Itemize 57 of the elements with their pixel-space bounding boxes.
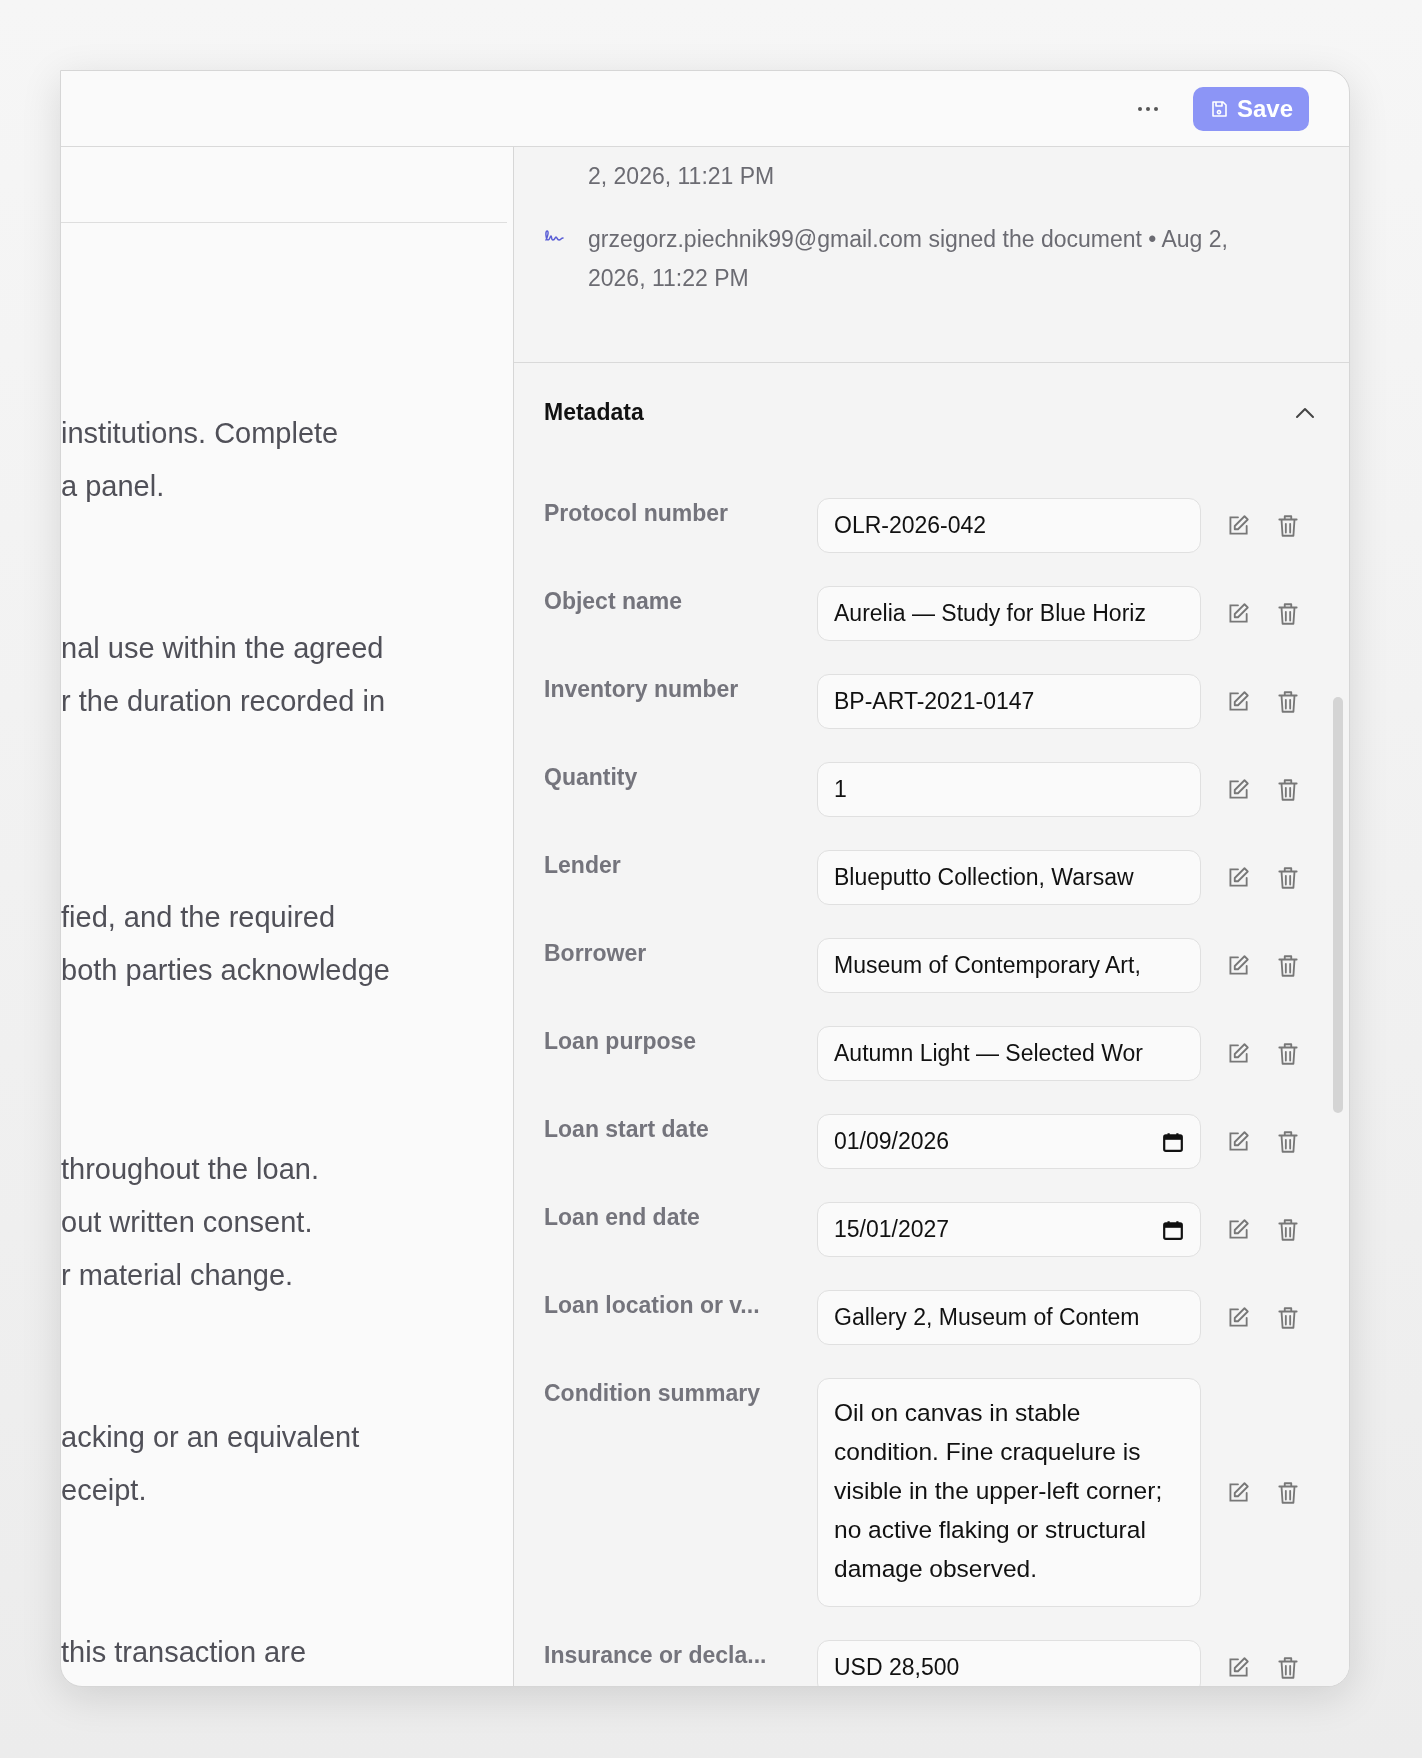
trash-icon[interactable] (1275, 864, 1301, 891)
trash-icon[interactable] (1275, 1479, 1301, 1506)
input-field[interactable]: Aurelia — Study for Blue Horiz (817, 586, 1201, 641)
field-label: Loan end date (544, 1203, 701, 1231)
field-label: Object name (544, 587, 684, 615)
activity-text: 2, 2026, 11:21 PM (588, 162, 776, 191)
calendar-icon[interactable] (1162, 1130, 1184, 1153)
trash-icon[interactable] (1275, 512, 1301, 539)
field-label: Insurance or decla... (544, 1641, 768, 1669)
signature-icon (544, 229, 566, 243)
input-field[interactable]: BP-ART-2021-0147 (817, 674, 1201, 729)
trash-icon[interactable] (1275, 600, 1301, 627)
input-field[interactable]: USD 28,500 (817, 1640, 1201, 1686)
input-field[interactable]: Gallery 2, Museum of Contem (817, 1290, 1201, 1345)
field-label: Quantity (544, 763, 639, 791)
document-text-line: institutions. Complete (61, 416, 340, 451)
field-label: Loan start date (544, 1115, 710, 1143)
chevron-icon[interactable] (1295, 406, 1315, 419)
trash-icon[interactable] (1275, 1040, 1301, 1067)
trash-icon[interactable] (1275, 952, 1301, 979)
text-area[interactable]: Oil on canvas in stable condition. Fine craquelure is visible in the upper-left corner; no active flaking or structural damage observed. (817, 1378, 1201, 1607)
document-text-line: nal use within the agreed (61, 631, 385, 666)
document-text-line: acking or an equivalent (61, 1420, 361, 1455)
field-label: Borrower (544, 939, 648, 967)
scrollbar[interactable] (1333, 697, 1343, 1113)
document-text-line: r material change. (61, 1258, 295, 1293)
trash-icon[interactable] (1275, 1654, 1301, 1681)
input-field[interactable]: Autumn Light — Selected Wor (817, 1026, 1201, 1081)
date-field[interactable]: 01/09/2026 (817, 1114, 1201, 1169)
trash-icon[interactable] (1275, 776, 1301, 803)
document-text-line: a panel. (61, 469, 166, 504)
field-label: Loan location or v... (544, 1291, 761, 1319)
trash-icon[interactable] (1275, 1128, 1301, 1155)
field-label: Protocol number (544, 499, 729, 527)
input-field[interactable]: Museum of Contemporary Art, (817, 938, 1201, 993)
document-text-line: throughout the loan. (61, 1152, 320, 1187)
input-field[interactable]: Blueputto Collection, Warsaw (817, 850, 1201, 905)
document-text-line: out written consent. (61, 1205, 314, 1240)
document-text-line: fied, and the required (61, 900, 337, 935)
field-label: Condition summary (544, 1379, 761, 1407)
document-text-line: r the duration recorded in (61, 684, 387, 719)
trash-icon[interactable] (1275, 1304, 1301, 1331)
date-field[interactable]: 15/01/2027 (817, 1202, 1201, 1257)
more-icon[interactable] (1136, 105, 1159, 112)
section-title: Metadata (544, 399, 644, 426)
document-text-line: eceipt. (61, 1473, 148, 1508)
activity-text: grzegorz.piechnik99@gmail.com signed the document • Aug 2, 2026, 11:22 PM (588, 225, 1229, 293)
calendar-icon[interactable] (1162, 1218, 1184, 1241)
document-text-line: both parties acknowledge (61, 953, 391, 988)
trash-icon[interactable] (1275, 1216, 1301, 1243)
document-text-line: this transaction are (61, 1635, 307, 1670)
field-label: Lender (544, 851, 622, 879)
trash-icon[interactable] (1275, 688, 1301, 715)
field-label: Loan purpose (544, 1027, 698, 1055)
input-field[interactable]: 1 (817, 762, 1201, 817)
field-label: Inventory number (544, 675, 740, 703)
input-field[interactable]: OLR-2026-042 (817, 498, 1201, 553)
